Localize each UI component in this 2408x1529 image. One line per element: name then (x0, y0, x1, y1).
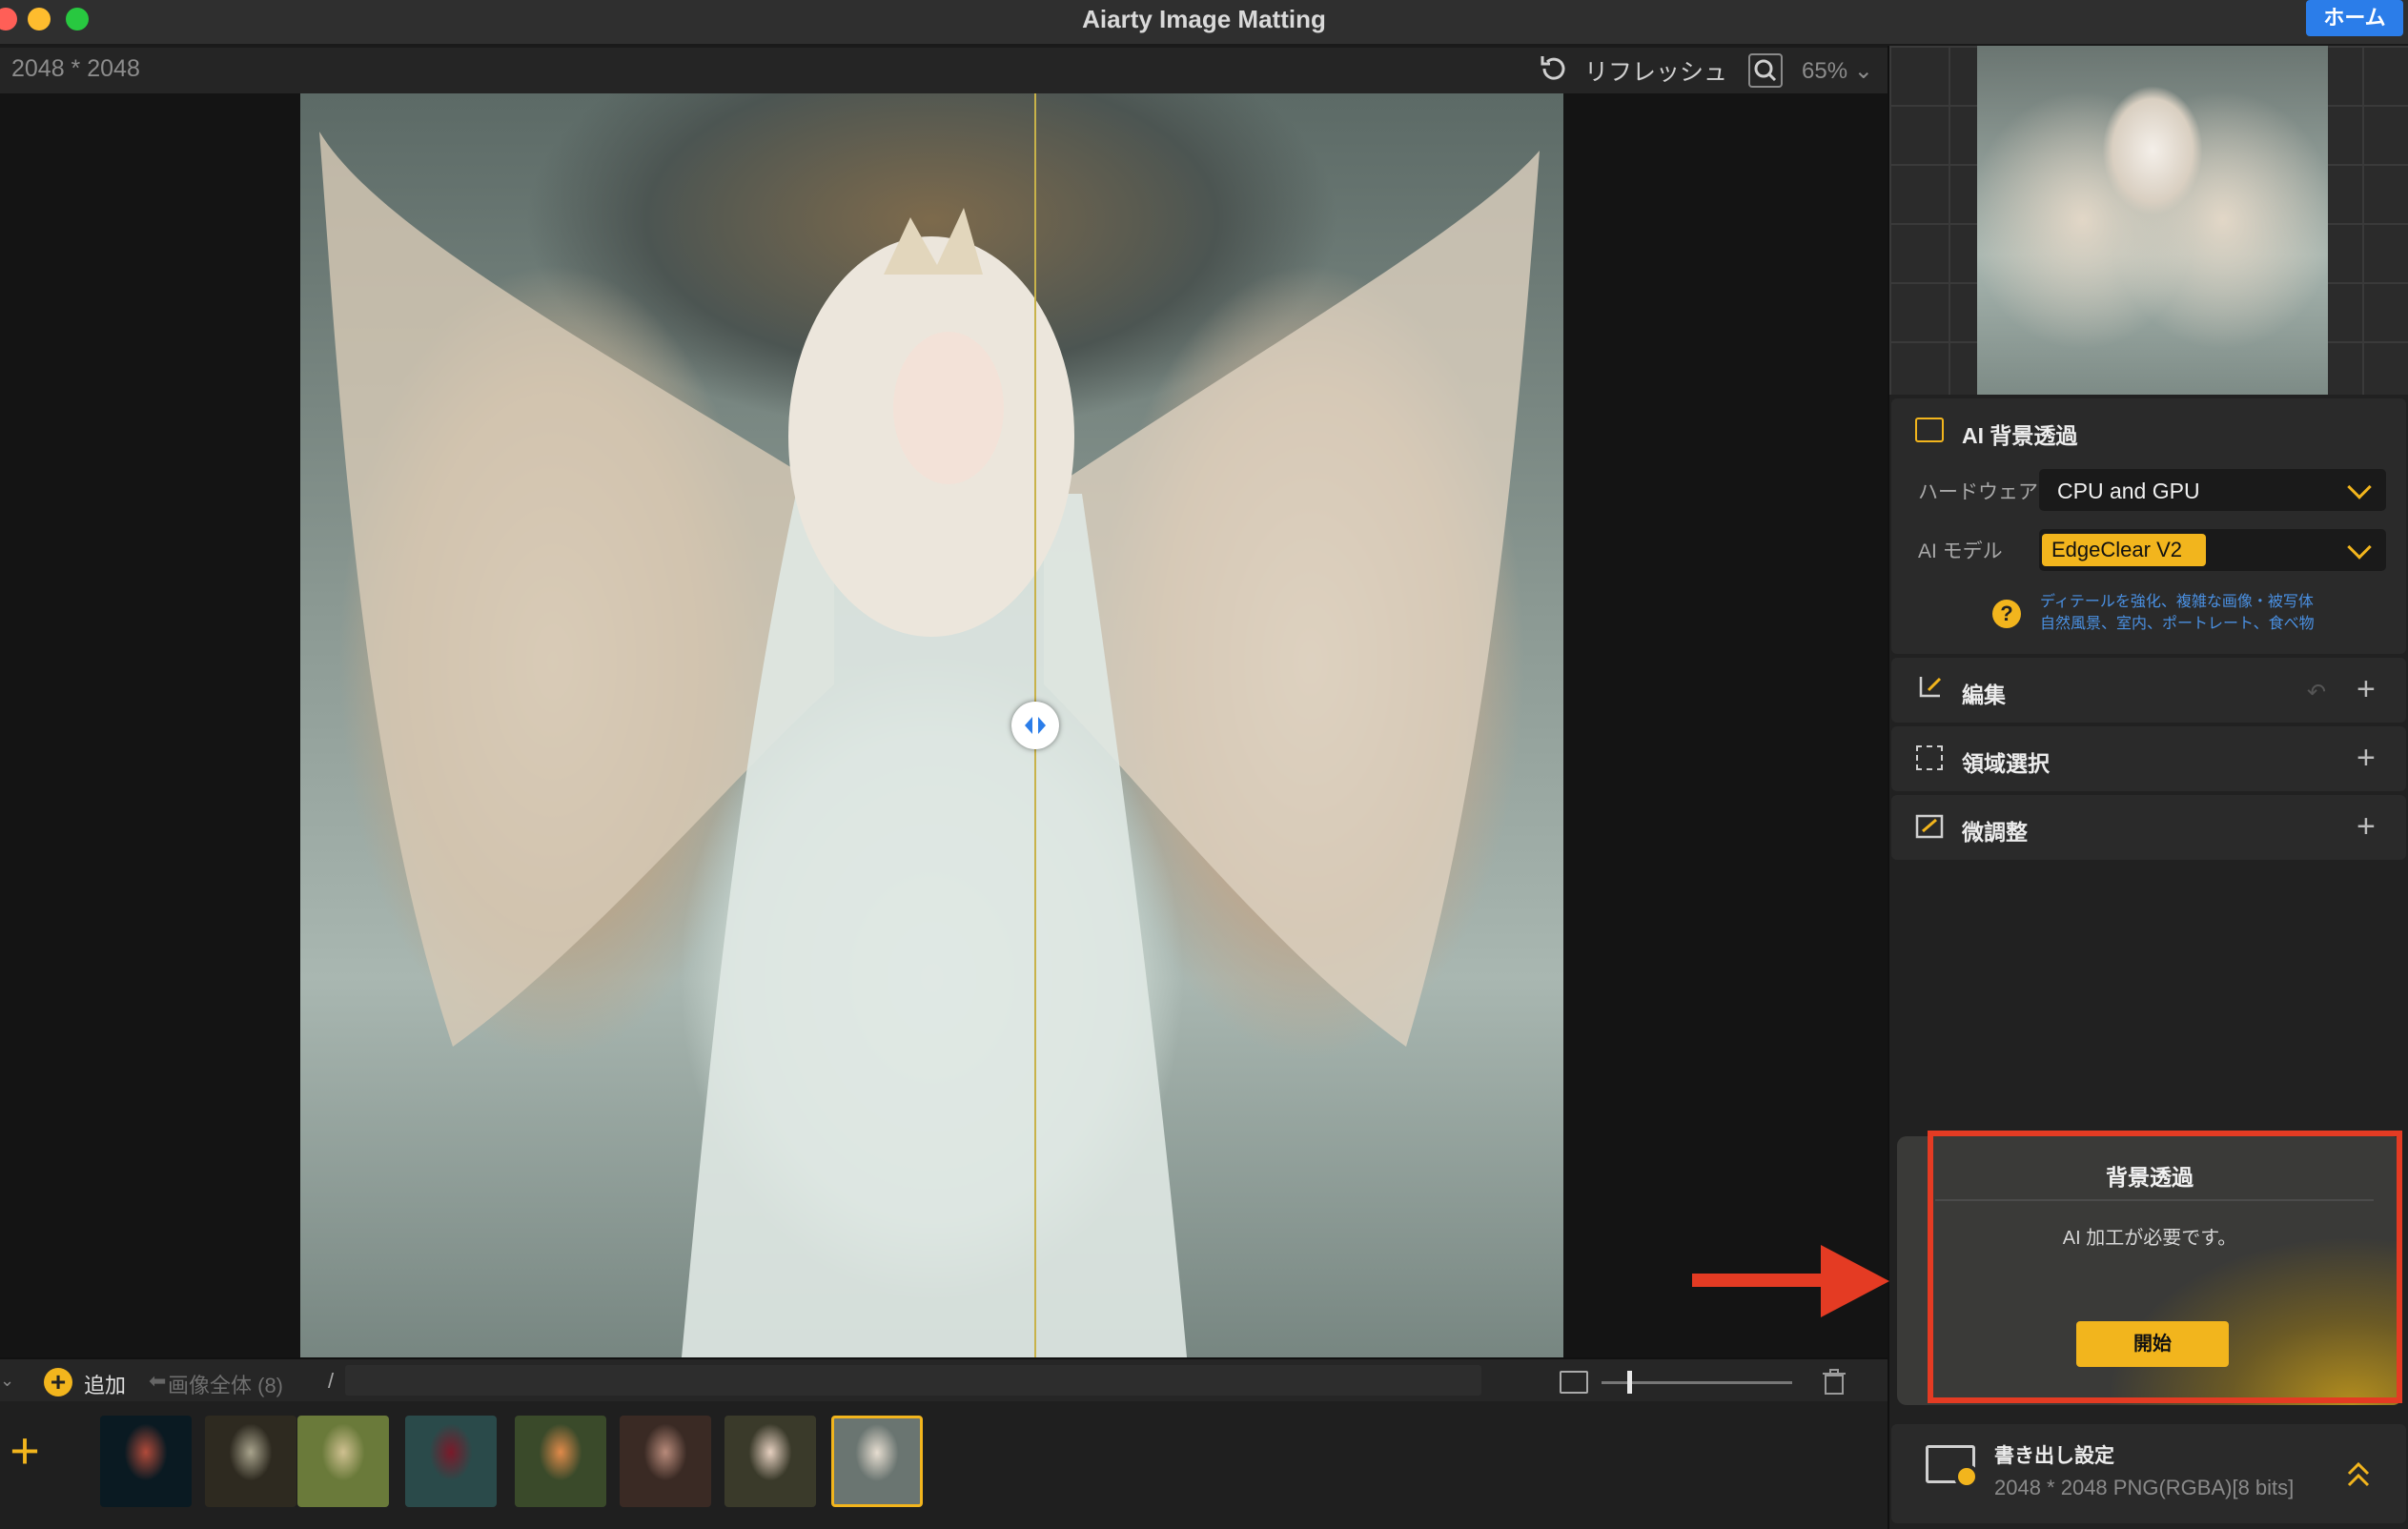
add-icon[interactable]: + (44, 1368, 72, 1396)
breadcrumb-path (345, 1365, 1481, 1396)
breadcrumb-separator: / (328, 1369, 335, 1393)
zoom-dropdown[interactable]: 65% ⌄ (1802, 57, 1873, 85)
edit-section-title: 編集 (1962, 683, 2006, 707)
split-arrows-icon (1025, 717, 1046, 734)
undo-icon[interactable]: ↶ (2307, 679, 2326, 706)
region-section-title: 領域選択 (1962, 751, 2050, 776)
thumbnail-woman-flower-bouquet[interactable] (515, 1416, 606, 1507)
model-description-line2: 自然風景、室内、ポートレート、食べ物 (2040, 616, 2315, 632)
zoom-search-icon[interactable] (1748, 53, 1783, 88)
highlight-box (1928, 1131, 2402, 1403)
thumbnail-size-slider-knob[interactable] (1627, 1371, 1632, 1394)
zoom-value: 65% (1802, 58, 1848, 84)
thumbnail-angel[interactable] (831, 1416, 923, 1507)
chevron-up-double-icon[interactable] (2347, 1457, 2370, 1495)
ai-removal-icon (1915, 418, 1944, 442)
region-select-icon (1916, 745, 1943, 770)
thumbnail-jellyfish[interactable] (100, 1416, 192, 1507)
highlight-arrow-shaft (1692, 1274, 1835, 1287)
preview-thumbnail (1977, 46, 2328, 395)
region-expand-plus-icon[interactable]: + (2357, 742, 2376, 774)
thumbnail-woman-red-dress-forest[interactable] (405, 1416, 497, 1507)
thumbnail-woman-roses[interactable] (724, 1416, 816, 1507)
add-button[interactable]: 追加 (84, 1369, 126, 1399)
model-description-line1: ディテールを強化、複雑な画像・被写体 (2040, 594, 2314, 610)
hardware-label: ハードウェア (1918, 481, 2038, 503)
add-image-plus-icon[interactable]: + (8, 1425, 42, 1477)
ai-model-value: EdgeClear V2 (2042, 534, 2206, 566)
angel-illustration (319, 132, 1540, 1357)
edit-crop-icon (1919, 677, 1942, 698)
collapse-chevron-icon[interactable]: ⌄ (0, 1371, 14, 1391)
edit-expand-plus-icon[interactable]: + (2357, 673, 2376, 705)
compare-split-handle[interactable] (1011, 702, 1059, 749)
fine-adjust-icon (1915, 814, 1944, 839)
export-gear-icon (1954, 1464, 1979, 1489)
hardware-value: CPU and GPU (2057, 479, 2200, 503)
image-size-icon (1560, 1371, 1588, 1394)
fine-section-title: 微調整 (1962, 820, 2028, 845)
back-arrow-icon[interactable]: ⬅ (149, 1369, 166, 1394)
artwork-image[interactable] (300, 93, 1563, 1357)
export-format-info: 2048 * 2048 PNG(RGBA)[8 bits] (1994, 1476, 2295, 1499)
trash-icon[interactable] (1823, 1369, 1846, 1396)
home-button[interactable]: ホーム (2306, 0, 2403, 36)
thumbnail-mossy-branches[interactable] (205, 1416, 296, 1507)
all-images-link[interactable]: 画像全体 (8) (168, 1369, 283, 1399)
refresh-icon[interactable] (1537, 52, 1569, 85)
ai-model-label: AI モデル (1918, 540, 2003, 562)
highlight-arrow-icon (1821, 1245, 1889, 1317)
export-title: 書き出し設定 (1994, 1445, 2114, 1467)
window-title: Aiarty Image Matting (1082, 5, 1326, 33)
image-dimensions: 2048 * 2048 (11, 55, 140, 82)
ai-section-title: AI 背景透過 (1962, 423, 2078, 448)
help-question-icon[interactable]: ? (1992, 600, 2021, 628)
thumbnail-woman-lace-dress[interactable] (620, 1416, 711, 1507)
thumbnail-bicycle[interactable] (297, 1416, 389, 1507)
fine-expand-plus-icon[interactable]: + (2357, 810, 2376, 843)
refresh-button[interactable]: リフレッシュ (1584, 53, 1727, 88)
